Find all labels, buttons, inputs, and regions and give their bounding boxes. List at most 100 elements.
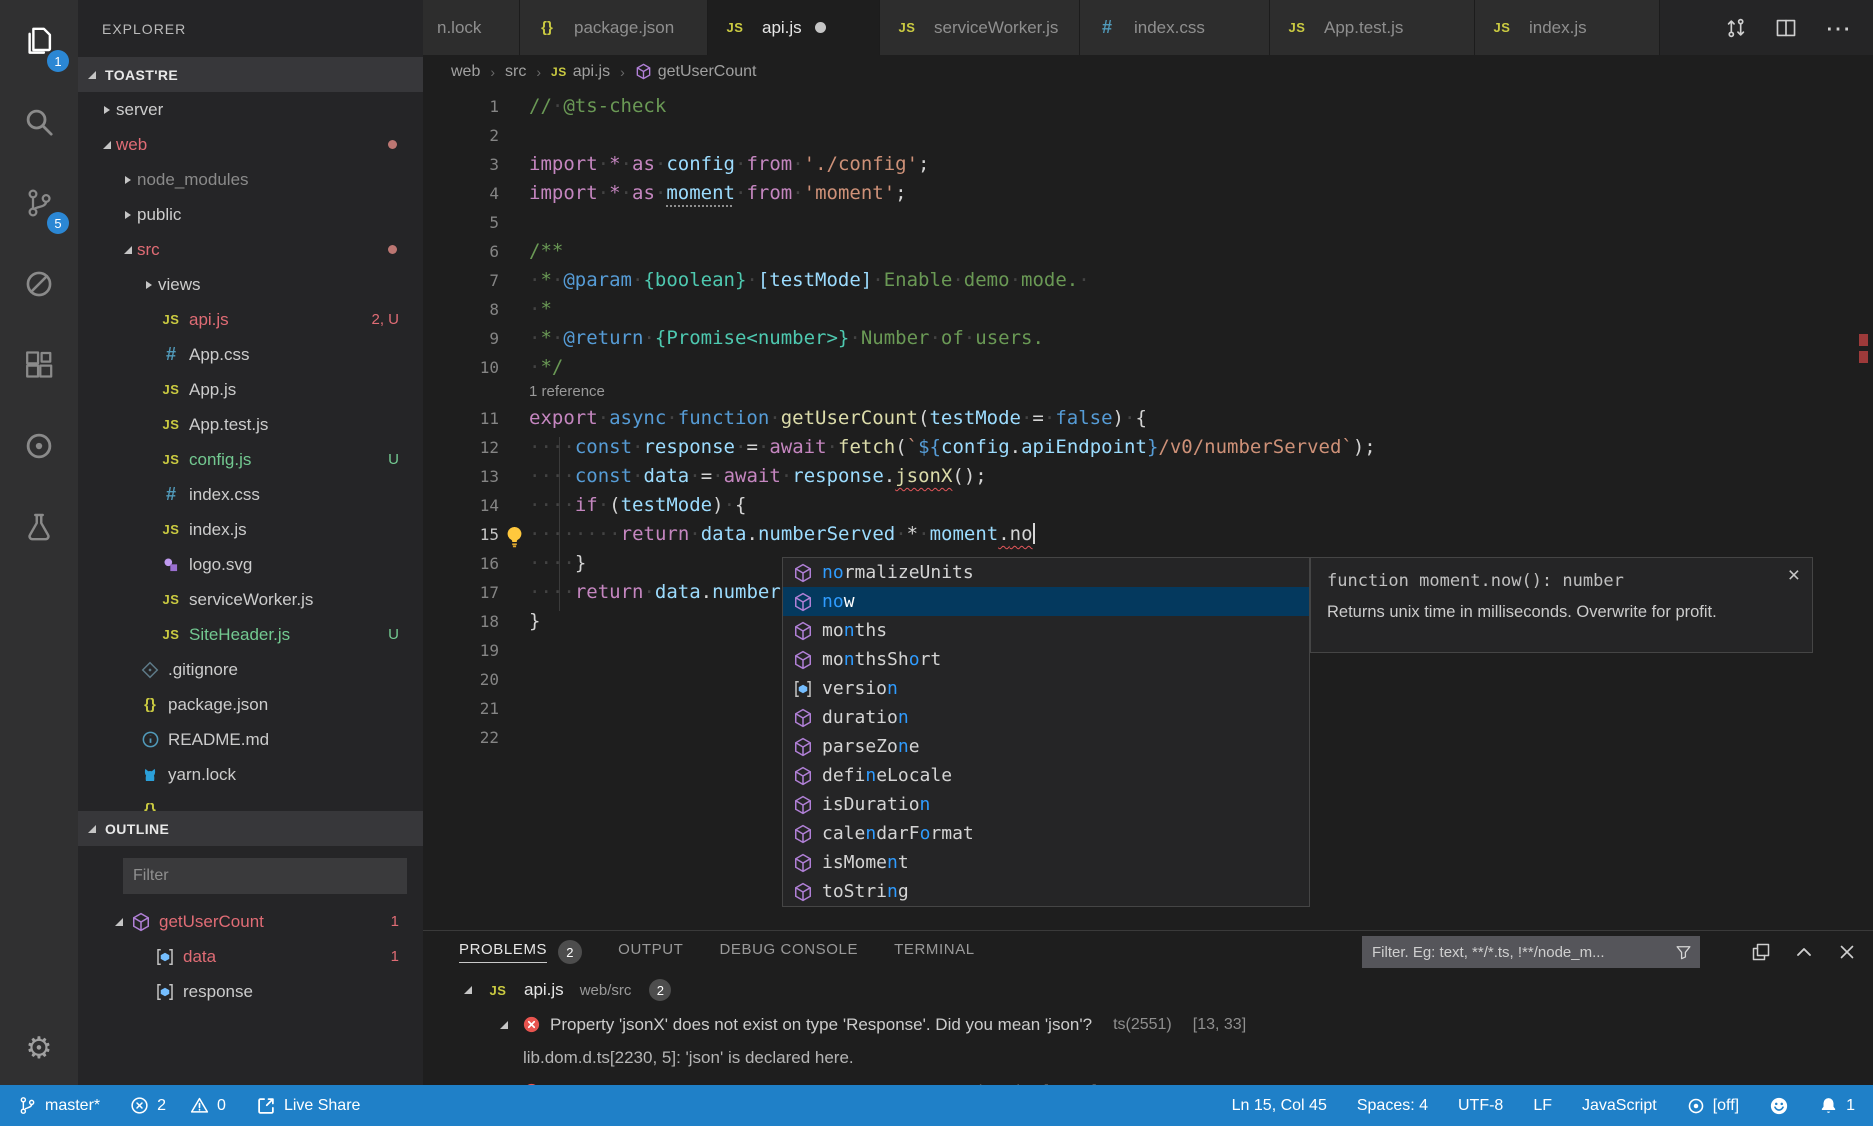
suggestion-item[interactable]: now	[783, 587, 1309, 616]
problem-row[interactable]: Property 'jsonX' does not exist on type …	[423, 1007, 1873, 1042]
breadcrumb-item-src[interactable]: src	[505, 63, 526, 81]
code-line-content[interactable]	[499, 208, 529, 237]
code-line-content[interactable]: //·@ts-check	[499, 92, 666, 121]
tab-App.test.js[interactable]: JSApp.test.js	[1270, 0, 1475, 55]
suggestion-item[interactable]: isMoment	[783, 848, 1309, 877]
activity-explorer[interactable]: 1	[0, 0, 78, 81]
activity-debug[interactable]	[0, 243, 78, 324]
code-line-content[interactable]: ·*·@param·{boolean}·[testMode]·Enable·de…	[499, 266, 1090, 295]
tab-serviceWorker.js[interactable]: JSserviceWorker.js	[880, 0, 1080, 55]
code-line-content[interactable]: ····const·data·=·await·response.jsonX();	[499, 462, 987, 491]
suggestion-item[interactable]: parseZone	[783, 732, 1309, 761]
outline-item-getUserCount[interactable]: getUserCount1	[78, 904, 423, 939]
tab-index.js[interactable]: JSindex.js	[1475, 0, 1660, 55]
tree-item-public[interactable]: public	[78, 197, 423, 232]
tree-item-logo.svg[interactable]: logo.svg	[78, 547, 423, 582]
status-screencast-mode[interactable]: [off]	[1687, 1097, 1739, 1115]
code-line-content[interactable]: ····if·(testMode)·{	[499, 491, 746, 520]
suggestion-item[interactable]: toString	[783, 877, 1309, 906]
tree-item-App.js[interactable]: JSApp.js	[78, 372, 423, 407]
tree-item-index.js[interactable]: JSindex.js	[78, 512, 423, 547]
activity-source-control[interactable]: 5	[0, 162, 78, 243]
code-line-content[interactable]: ····const·response·=·await·fetch(`${conf…	[499, 433, 1376, 462]
close-icon[interactable]	[1837, 942, 1857, 962]
code-line-content[interactable]: /**	[499, 237, 563, 266]
status-branch-indicator[interactable]: master*	[18, 1096, 100, 1115]
suggestion-item[interactable]: defineLocale	[783, 761, 1309, 790]
suggestion-item[interactable]: duration	[783, 703, 1309, 732]
suggestion-item[interactable]: normalizeUnits	[783, 558, 1309, 587]
project-section-header[interactable]: TOAST'RE	[78, 57, 423, 92]
more-actions-icon[interactable]: ⋯	[1825, 23, 1851, 33]
activity-remote[interactable]	[0, 405, 78, 486]
status-language-mode[interactable]: JavaScript	[1582, 1097, 1657, 1115]
code-line-content[interactable]	[499, 121, 529, 150]
tab-index.css[interactable]: #index.css	[1080, 0, 1270, 55]
close-icon[interactable]: ×	[1788, 564, 1800, 588]
code-line-content[interactable]: ····}	[499, 549, 586, 578]
tree-item-web[interactable]: web	[78, 127, 423, 162]
suggestion-item[interactable]: monthsShort	[783, 645, 1309, 674]
problems-file-row[interactable]: JSapi.jsweb/src2	[423, 973, 1873, 1007]
status-problems-summary[interactable]: 20	[130, 1096, 226, 1115]
tab-package.json[interactable]: {}package.json	[520, 0, 708, 55]
tree-item-package.json[interactable]: {}package.json	[78, 687, 423, 722]
status-notifications[interactable]: 1	[1819, 1096, 1855, 1115]
code-line-content[interactable]	[499, 665, 529, 694]
tree-item-src[interactable]: src	[78, 232, 423, 267]
activity-extensions[interactable]	[0, 324, 78, 405]
code-line-content[interactable]: export·async·function·getUserCount(testM…	[499, 404, 1147, 433]
compare-changes-icon[interactable]	[1725, 17, 1747, 39]
suggestion-item[interactable]: version	[783, 674, 1309, 703]
tree-item-yarn.lock[interactable]: yarn.lock	[78, 757, 423, 792]
breadcrumb-item-api.js[interactable]: JSapi.js	[551, 63, 610, 81]
status-cursor-position[interactable]: Ln 15, Col 45	[1232, 1097, 1327, 1115]
activity-testing[interactable]	[0, 486, 78, 567]
suggestion-item[interactable]: months	[783, 616, 1309, 645]
panel-tab-problems[interactable]: PROBLEMS2	[459, 940, 582, 964]
tab-n.lock[interactable]: n.lock	[423, 0, 520, 55]
suggestion-item[interactable]: isDuration	[783, 790, 1309, 819]
tree-item-views[interactable]: views	[78, 267, 423, 302]
panel-layout-icon[interactable]	[1751, 942, 1771, 962]
status-eol[interactable]: LF	[1533, 1097, 1552, 1115]
filter-icon[interactable]	[1675, 944, 1692, 961]
tree-item-serviceWorker.js[interactable]: JSserviceWorker.js	[78, 582, 423, 617]
tree-item-index.css[interactable]: #index.css	[78, 477, 423, 512]
tree-item-README.md[interactable]: README.md	[78, 722, 423, 757]
outline-item-data[interactable]: data1	[78, 939, 423, 974]
code-line-content[interactable]	[499, 723, 529, 752]
breadcrumb-item-web[interactable]: web	[451, 63, 480, 81]
status-feedback[interactable]	[1769, 1096, 1789, 1116]
outline-item-response[interactable]: response	[78, 974, 423, 1009]
status-indentation[interactable]: Spaces: 4	[1357, 1097, 1428, 1115]
breadcrumb-item-getUserCount[interactable]: getUserCount	[635, 63, 757, 81]
activity-search[interactable]	[0, 81, 78, 162]
code-line-content[interactable]: ·*	[499, 295, 552, 324]
code-line-content[interactable]: ·*·@return·{Promise<number>}·Number·of·u…	[499, 324, 1044, 353]
tree-item-node_modules[interactable]: node_modules	[78, 162, 423, 197]
tab-api.js[interactable]: JSapi.js	[708, 0, 880, 55]
code-line-content[interactable]: ·*/	[499, 353, 563, 382]
code-line-content[interactable]: ········return·data.numberServed·*·momen…	[499, 520, 1035, 549]
status-encoding[interactable]: UTF-8	[1458, 1097, 1503, 1115]
settings-button[interactable]: ⚙	[0, 1008, 78, 1089]
status-live-share[interactable]: Live Share	[256, 1096, 361, 1116]
tree-item-App.test.js[interactable]: JSApp.test.js	[78, 407, 423, 442]
lightbulb-icon[interactable]	[503, 525, 527, 549]
panel-tab-terminal[interactable]: TERMINAL	[894, 941, 975, 963]
code-line-content[interactable]: }	[499, 607, 540, 636]
split-editor-icon[interactable]	[1775, 17, 1797, 39]
panel-tab-debug-console[interactable]: DEBUG CONSOLE	[719, 941, 858, 963]
code-line-content[interactable]	[499, 694, 529, 723]
code-line-content[interactable]	[499, 636, 529, 665]
code-line-content[interactable]: import·*·as·config·from·'./config';	[499, 150, 930, 179]
panel-tab-output[interactable]: OUTPUT	[618, 941, 683, 963]
tree-item-.gitignore[interactable]: .gitignore	[78, 652, 423, 687]
problem-row-partial[interactable]: Property 'no' does not exist on type 'ty…	[423, 1074, 1873, 1085]
code-line-content[interactable]: import·*·as·moment·from·'moment';	[499, 179, 907, 208]
related-info-row[interactable]: lib.dom.d.ts[2230, 5]: 'json' is declare…	[423, 1042, 1873, 1074]
outline-section-header[interactable]: OUTLINE	[78, 811, 423, 846]
tree-item-config.js[interactable]: JSconfig.jsU	[78, 442, 423, 477]
tree-item-SiteHeader.js[interactable]: JSSiteHeader.jsU	[78, 617, 423, 652]
